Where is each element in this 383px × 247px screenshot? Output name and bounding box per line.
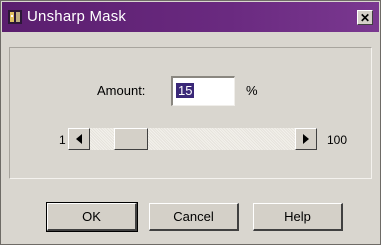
app-icon	[8, 10, 22, 24]
amount-scrollbar[interactable]	[68, 128, 317, 150]
arrow-right-icon	[303, 134, 309, 144]
amount-value: 15	[176, 83, 195, 98]
title-bar[interactable]: Unsharp Mask ✕	[2, 2, 379, 32]
help-button[interactable]: Help	[253, 203, 343, 231]
close-button[interactable]: ✕	[357, 10, 373, 25]
cancel-button[interactable]: Cancel	[149, 203, 239, 231]
window-title: Unsharp Mask	[27, 8, 127, 25]
unsharp-mask-dialog: Unsharp Mask ✕ Amount: 15 % 1 100 OK Can…	[0, 0, 381, 245]
amount-label: Amount:	[97, 83, 146, 98]
arrow-left-icon	[76, 134, 82, 144]
close-icon: ✕	[359, 10, 371, 25]
percent-unit-label: %	[246, 83, 258, 98]
scroll-thumb[interactable]	[114, 128, 148, 150]
slider-max-label: 100	[327, 133, 348, 147]
settings-group	[9, 47, 372, 179]
amount-input[interactable]: 15	[171, 76, 235, 106]
ok-button[interactable]: OK	[46, 202, 138, 232]
slider-min-label: 1	[59, 133, 66, 147]
scroll-right-button[interactable]	[295, 128, 317, 150]
scroll-left-button[interactable]	[68, 128, 90, 150]
